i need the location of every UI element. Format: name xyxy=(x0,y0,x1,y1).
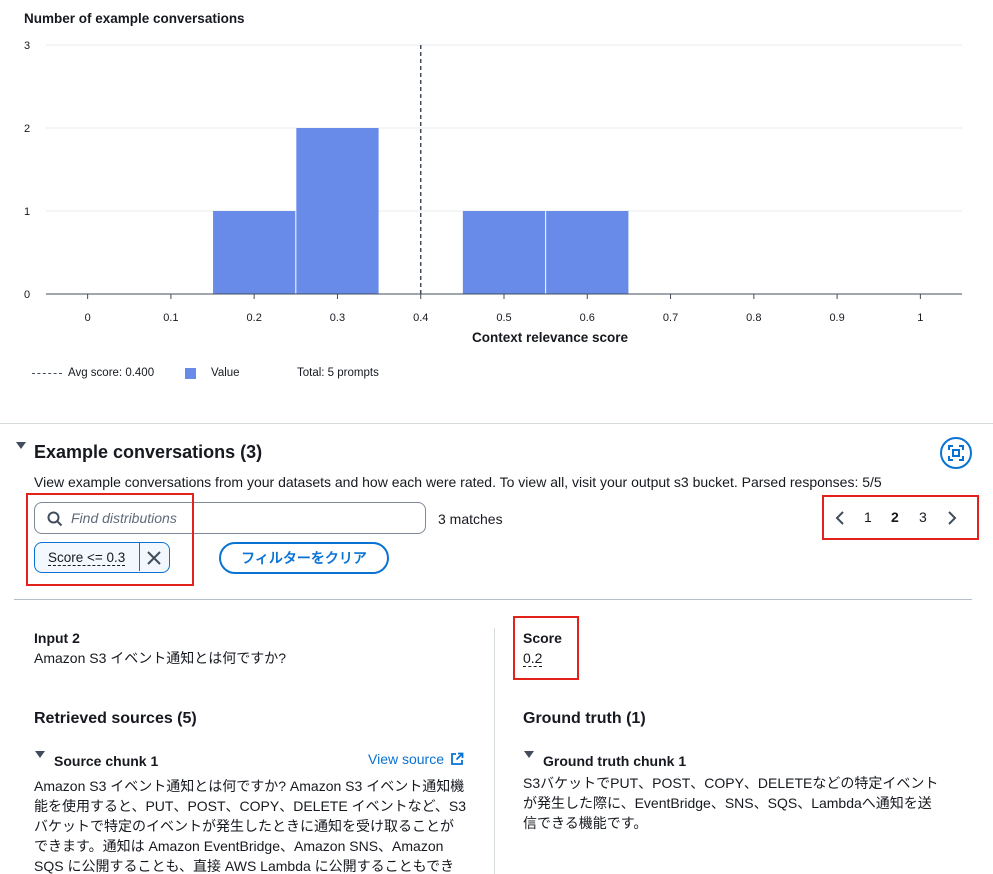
chunk-line: 能を使用すると、PUT、POST、COPY、DELETE イベントなど、S3 xyxy=(34,798,467,814)
ground-truth-title: Ground truth (1) xyxy=(523,710,646,727)
y-tick-label: 1 xyxy=(24,206,30,218)
x-tick-label: 0.2 xyxy=(247,312,262,324)
section-description: View example conversations from your dat… xyxy=(34,474,882,490)
gt-chunk-title[interactable]: Ground truth chunk 1 xyxy=(543,753,686,769)
legend-value-swatch xyxy=(185,368,196,379)
source-chunk-title[interactable]: Source chunk 1 xyxy=(54,753,158,769)
source-chunk-text: Amazon S3 イベント通知とは何ですか? Amazon S3 イベント通知… xyxy=(34,776,466,874)
input-label: Input 2 xyxy=(34,630,80,646)
x-tick-label: 0.8 xyxy=(746,312,761,324)
chunk-line: Amazon S3 イベント通知とは何ですか? Amazon S3 イベント通知… xyxy=(34,778,465,794)
gt-chunk-caret-icon[interactable] xyxy=(524,751,534,758)
chunk-line: できます。通知は Amazon EventBridge、Amazon SNS、A… xyxy=(34,838,444,854)
legend-total: Total: 5 prompts xyxy=(297,367,379,379)
fullscreen-icon xyxy=(948,445,964,461)
histogram-bar xyxy=(213,211,296,294)
score-value-wrap: 0.2 xyxy=(523,648,543,668)
clear-filters-button[interactable]: フィルターをクリア xyxy=(219,542,389,574)
x-tick-label: 0.6 xyxy=(580,312,595,324)
histogram-chart: 0 1 2 3 0 0.1 0.2 0.3 0.4 0.5 0.6 0.7 0.8 0.9 1 Context… xyxy=(24,40,962,345)
gt-line: が発生した際に、EventBridge、SNS、SQS、Lambdaへ通知を送 xyxy=(523,795,932,811)
fullscreen-button[interactable] xyxy=(940,437,972,469)
x-tick-label: 0 xyxy=(85,312,91,324)
column-divider xyxy=(494,628,495,874)
x-tick-label: 0.4 xyxy=(413,312,428,324)
gt-line: 信できる機能です。 xyxy=(523,815,648,831)
chart-title: Number of example conversations xyxy=(24,11,245,26)
y-tick-label: 3 xyxy=(24,40,30,52)
x-tick-label: 0.5 xyxy=(496,312,511,324)
score-value[interactable]: 0.2 xyxy=(523,650,543,667)
external-link-icon xyxy=(451,752,464,765)
histogram-bar xyxy=(546,211,629,294)
view-source-link[interactable]: View source xyxy=(368,751,464,767)
section-title[interactable]: Example conversations (3) xyxy=(34,442,262,463)
legend-avg-score: Avg score: 0.400 xyxy=(68,367,155,379)
y-tick-label: 0 xyxy=(24,289,30,301)
highlight-box-filters xyxy=(26,493,194,586)
input-text: Amazon S3 イベント通知とは何ですか? xyxy=(34,650,287,666)
histogram-bar xyxy=(296,128,379,294)
chunk-line: SQS に公開することも、直接 AWS Lambda に公開することもでき xyxy=(34,858,455,874)
section-divider xyxy=(0,423,993,424)
match-count: 3 matches xyxy=(438,511,503,527)
x-tick-label: 0.3 xyxy=(330,312,345,324)
x-tick-label: 0.7 xyxy=(663,312,678,324)
x-tick-label: 1 xyxy=(917,312,923,324)
chunk-line: バケットで特定のイベントが発生したときに通知を受け取ることが xyxy=(34,818,454,834)
highlight-box-pagination xyxy=(822,495,979,540)
x-axis-label: Context relevance score xyxy=(472,330,629,345)
conversation-divider xyxy=(14,599,972,600)
histogram-bar xyxy=(462,211,546,294)
gt-line: S3バケットでPUT、POST、COPY、DELETEなどの特定イベント xyxy=(523,775,939,791)
source-chunk-caret-icon[interactable] xyxy=(35,751,45,758)
gt-chunk-text: S3バケットでPUT、POST、COPY、DELETEなどの特定イベント が発生… xyxy=(523,773,938,833)
x-tick-label: 0.9 xyxy=(829,312,844,324)
avg-line-legend-swatch xyxy=(32,373,62,374)
collapse-caret-icon[interactable] xyxy=(16,442,26,449)
legend-value: Value xyxy=(211,367,240,379)
score-label: Score xyxy=(523,630,562,646)
y-tick-label: 2 xyxy=(24,123,30,135)
retrieved-sources-title: Retrieved sources (5) xyxy=(34,710,197,727)
view-source-label[interactable]: View source xyxy=(368,751,444,767)
x-tick-label: 0.1 xyxy=(163,312,178,324)
